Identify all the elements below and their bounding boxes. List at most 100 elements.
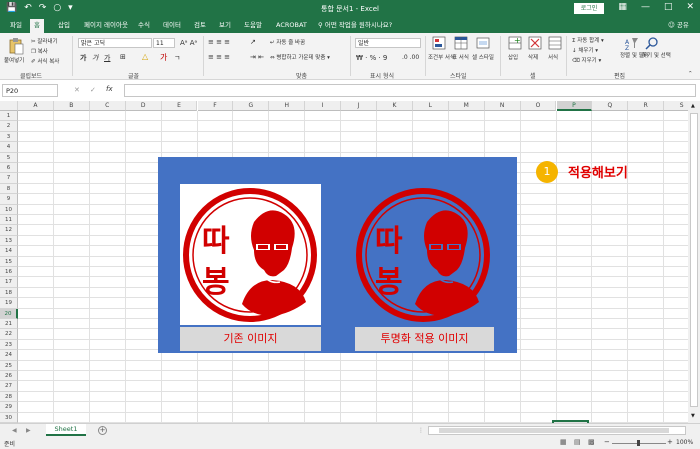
bold-icon[interactable]: 가 [80,53,86,63]
cell-styles-icon[interactable] [476,36,490,50]
copy-button[interactable]: ❐ 복사 [31,47,48,55]
italic-icon[interactable]: 가 [92,53,98,63]
number-format-combo[interactable]: 일반 [355,38,421,48]
conditional-format-icon[interactable] [432,36,446,50]
row-header[interactable]: 16 [0,267,18,278]
zoom-out-icon[interactable]: − [604,438,610,446]
tab-acrobat[interactable]: ACROBAT [272,19,311,33]
row-header[interactable]: 4 [0,142,18,153]
find-select-icon[interactable] [645,36,659,50]
indent-icons[interactable]: ⇥ ⇤ [250,53,264,61]
scroll-down-icon[interactable]: ▼ [691,413,695,419]
tab-view[interactable]: 보기 [215,19,235,33]
row-header[interactable]: 5 [0,152,18,163]
align-horizontal-icons[interactable]: ≡ ≡ ≡ [208,53,230,61]
row-header[interactable]: 27 [0,381,18,392]
row-header[interactable]: 24 [0,350,18,361]
name-box[interactable]: P20 [2,84,58,97]
orientation-icon[interactable]: ↗ [250,38,256,46]
row-header[interactable]: 29 [0,402,18,413]
insert-cells-icon[interactable]: + [508,36,522,50]
autosum-button[interactable]: Σ 자동 합계 ▾ [572,36,604,44]
tab-home[interactable]: 홈 [30,19,44,33]
maximize-icon[interactable]: □ [664,2,673,12]
close-icon[interactable]: ✕ [686,2,694,12]
delete-cells-icon[interactable] [528,36,542,50]
table-format-icon[interactable] [454,36,468,50]
sort-filter-icon[interactable]: AZ [625,36,639,50]
zoom-in-icon[interactable]: + [667,438,673,446]
row-header[interactable]: 23 [0,339,18,351]
column-header[interactable]: O [520,101,557,111]
column-header[interactable]: D [125,101,162,111]
font-size-combo[interactable]: 11 [153,38,175,48]
find-select-button[interactable]: 찾기 및 선택 [642,53,671,60]
share-button[interactable]: ☺ 공유 [664,19,693,33]
column-header[interactable]: A [18,101,54,111]
font-name-combo[interactable]: 맑은 고딕 [78,38,152,48]
borders-icon[interactable]: ⊞ [120,53,126,61]
scroll-up-icon[interactable]: ▲ [691,103,695,109]
tab-file[interactable]: 파일 [6,19,26,33]
align-top-icons[interactable]: ≡ ≡ ≡ [208,38,230,46]
row-header[interactable]: 20 [0,308,18,319]
tab-page-layout[interactable]: 페이지 레이아웃 [80,19,132,33]
phonetic-icon[interactable]: ㄱ [174,53,180,63]
row-header[interactable]: 30 [0,412,18,423]
paste-button[interactable]: 붙여넣기 [4,56,24,64]
formula-input[interactable] [124,84,696,97]
row-header[interactable]: 13 [0,235,18,247]
vertical-scrollbar[interactable]: ▲ ▼ [688,101,700,423]
tab-help[interactable]: 도움말 [240,19,266,33]
tab-formulas[interactable]: 수식 [134,19,154,33]
row-header[interactable]: 7 [0,173,18,184]
column-header[interactable]: C [89,101,126,111]
column-header[interactable]: H [269,101,306,111]
enter-icon[interactable]: ✓ [90,86,96,94]
fill-button[interactable]: ↓ 채우기 ▾ [572,46,598,54]
delete-cells-button[interactable]: 삭제 [528,53,538,61]
format-cells-icon[interactable] [548,36,562,50]
column-header[interactable]: P [556,101,593,111]
grow-shrink-font-icon[interactable]: Aᵃ Aᵃ [180,39,197,47]
row-header[interactable]: 26 [0,371,18,382]
add-sheet-icon[interactable]: + [98,426,107,435]
sheet-prev-icon[interactable]: ◀ [12,427,17,434]
row-header[interactable]: 25 [0,360,18,371]
row-header[interactable]: 14 [0,246,18,257]
cancel-icon[interactable]: ✕ [74,86,80,94]
row-header[interactable]: 6 [0,163,18,174]
underline-icon[interactable]: 가 [104,53,110,63]
column-header[interactable]: N [484,101,521,111]
column-header[interactable]: L [412,101,449,111]
tab-split-icon[interactable]: ⋮ [418,427,424,434]
wrap-text-button[interactable]: ↵ 자동 줄 바꿈 [270,38,305,46]
row-header[interactable]: 8 [0,183,18,195]
column-header[interactable]: K [377,101,413,111]
row-header[interactable]: 10 [0,204,18,215]
horizontal-scroll-thumb[interactable] [439,428,669,433]
column-header[interactable]: F [197,101,234,111]
cell-styles-button[interactable]: 셀 스타일 [472,53,494,61]
page-layout-view-icon[interactable]: ▤ [574,438,581,446]
cut-button[interactable]: ✂ 잘라내기 [31,37,58,45]
zoom-slider-thumb[interactable] [637,440,640,446]
row-header[interactable]: 3 [0,131,18,143]
select-all-corner[interactable] [0,101,18,111]
row-header[interactable]: 9 [0,194,18,205]
column-header[interactable]: G [233,101,270,111]
table-format-button[interactable]: 표 서식 [452,53,469,61]
fill-color-icon[interactable]: △ [142,52,148,61]
column-header[interactable]: J [341,101,377,111]
row-header[interactable]: 21 [0,319,18,330]
row-header[interactable]: 12 [0,225,18,236]
login-button[interactable]: 로그인 [574,3,604,14]
row-header[interactable]: 11 [0,215,18,226]
tab-data[interactable]: 데이터 [159,19,185,33]
format-cells-button[interactable]: 서식 [548,53,558,61]
sheet-tab-sheet1[interactable]: Sheet1 [46,424,86,436]
conditional-format-button[interactable]: 조건부 서식 [428,53,455,61]
minimize-icon[interactable]: — [641,2,650,12]
decimal-icons[interactable]: .0 .00 [402,54,419,61]
row-header[interactable]: 18 [0,287,18,299]
